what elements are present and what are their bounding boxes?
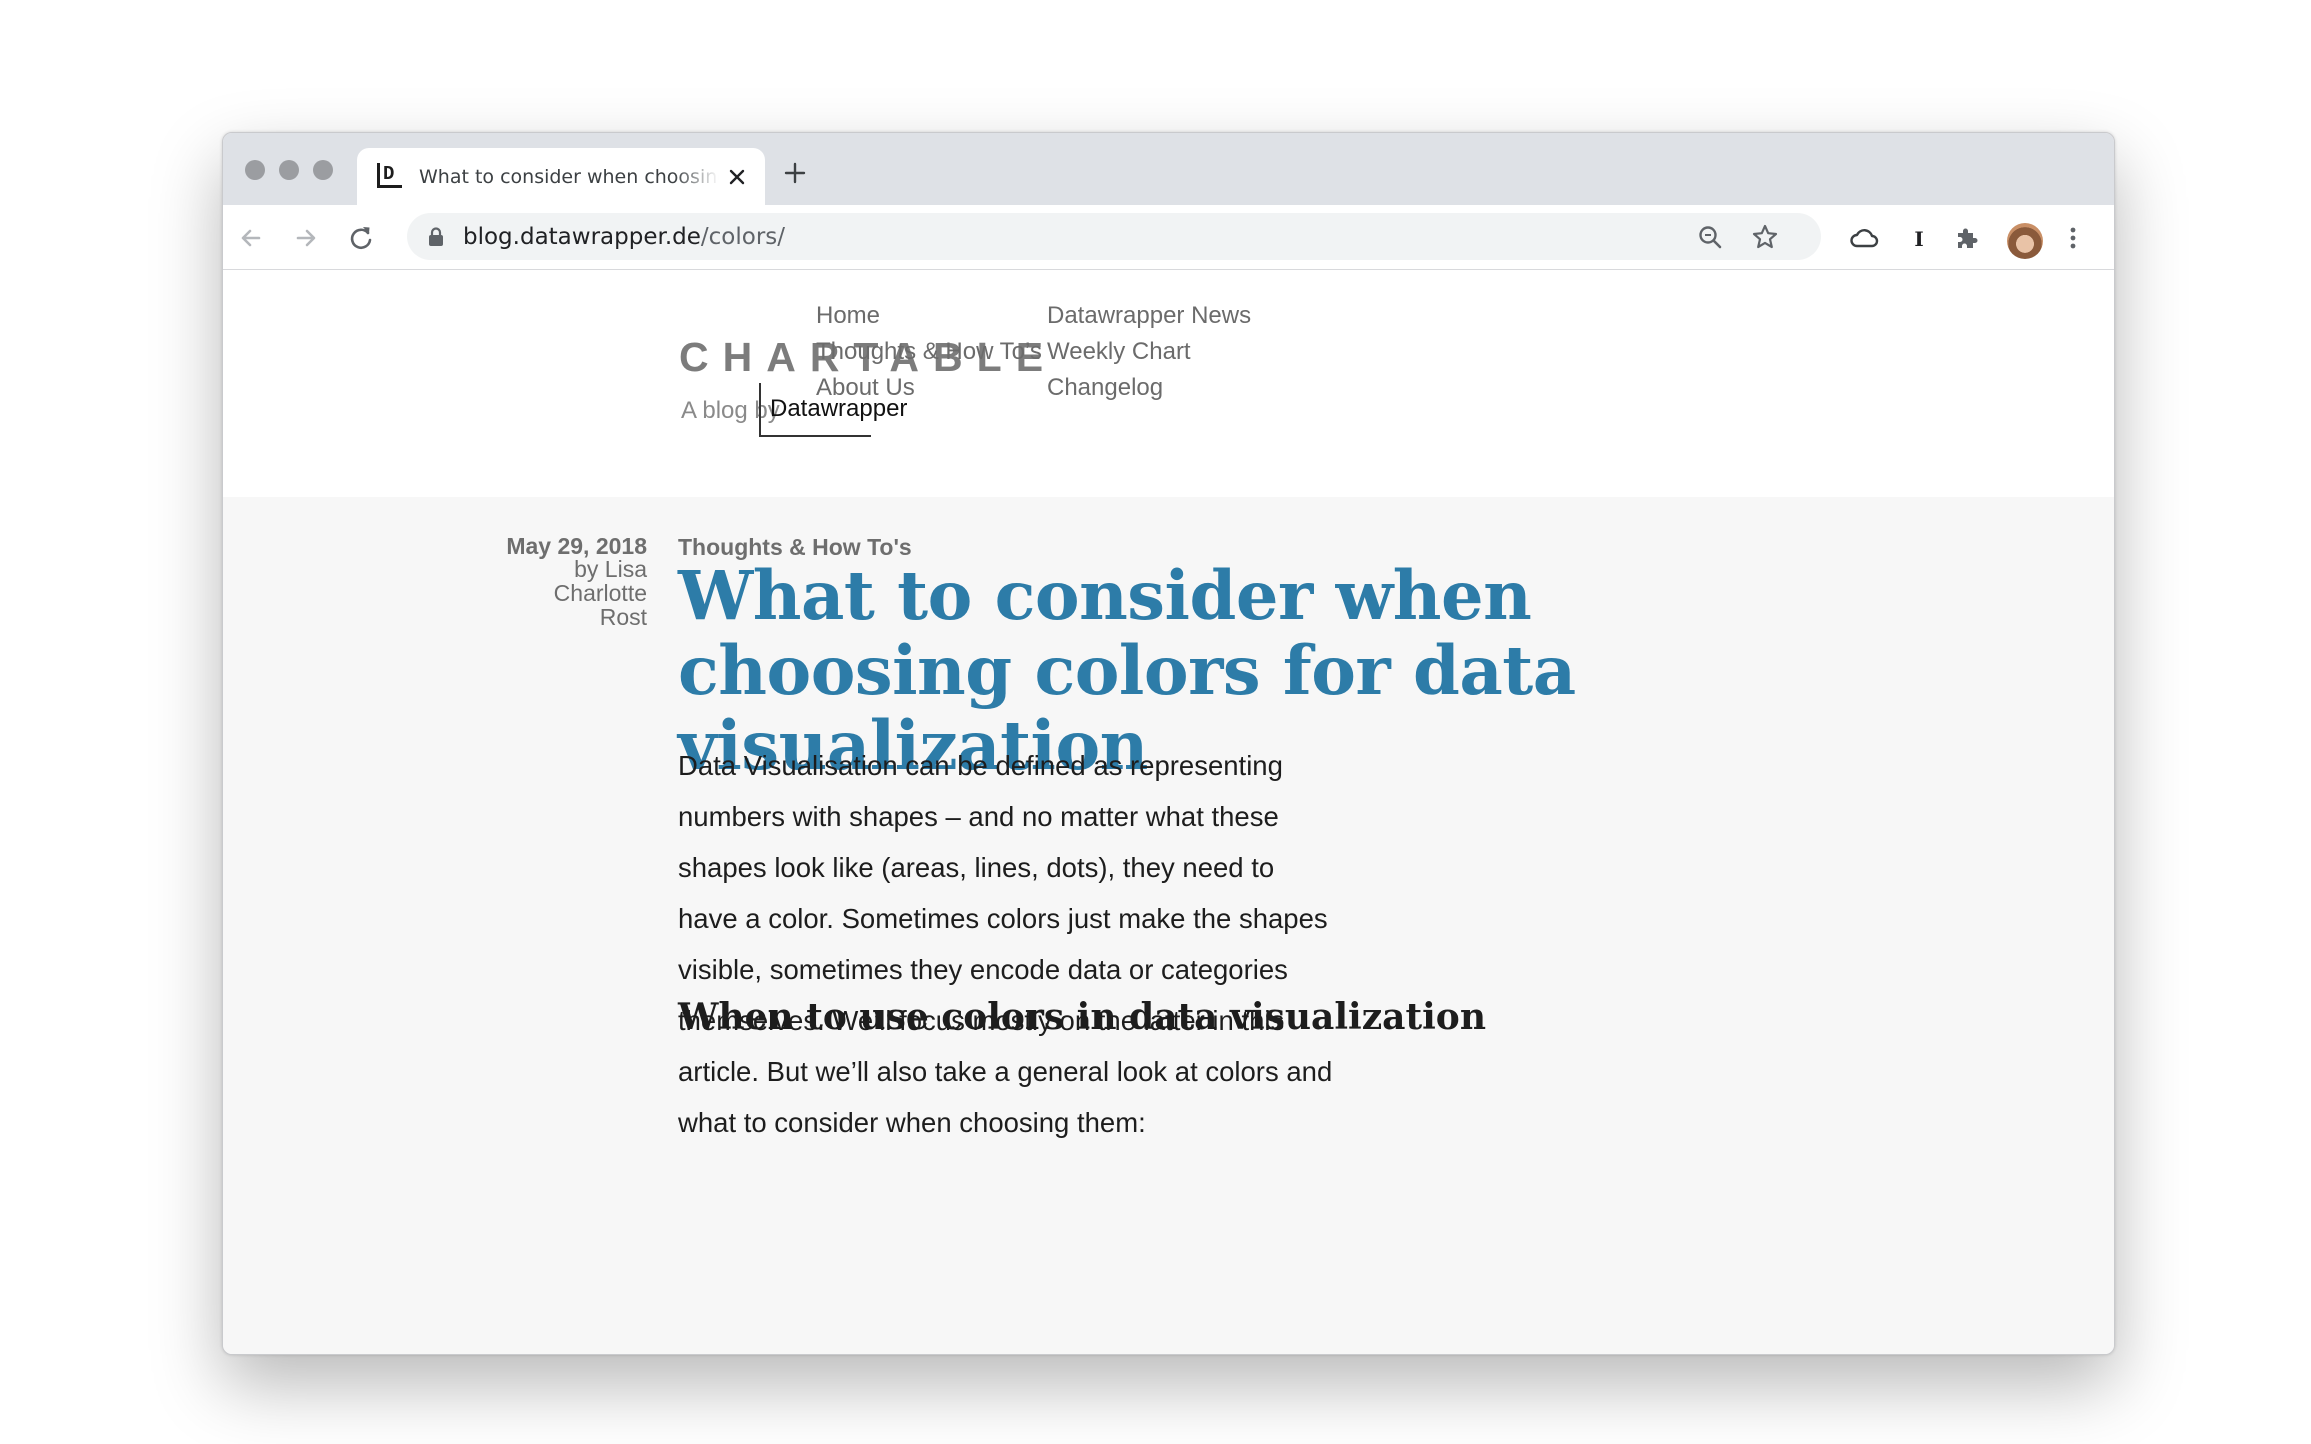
window-maximize-button[interactable]	[313, 160, 333, 180]
nav-changelog[interactable]: Changelog	[1047, 374, 1163, 402]
window-minimize-button[interactable]	[279, 160, 299, 180]
section-heading: When to use colors in data visualization	[678, 996, 1486, 1038]
window-close-button[interactable]	[245, 160, 265, 180]
kebab-menu-icon[interactable]	[2066, 224, 2080, 252]
browser-window: D What to consider when choosing colors …	[222, 132, 2115, 1355]
close-icon[interactable]	[725, 165, 749, 189]
url-text[interactable]: blog.datawrapper.de/colors/	[463, 222, 785, 252]
nav-datawrapper-news[interactable]: Datawrapper News	[1047, 302, 1251, 330]
profile-avatar[interactable]	[2007, 223, 2043, 259]
article-intro: Data Visualisation can be defined as rep…	[678, 750, 1333, 1138]
arrow-left-icon[interactable]	[237, 224, 265, 252]
cloud-icon[interactable]	[1848, 224, 1880, 252]
new-tab-plus-icon[interactable]	[783, 161, 807, 185]
tab-title: What to consider when choosing colors fo…	[419, 166, 719, 188]
browser-toolbar: blog.datawrapper.de/colors/ I	[223, 205, 2114, 270]
lock-icon[interactable]	[427, 227, 445, 247]
browser-tab[interactable]: D What to consider when choosing colors …	[357, 148, 765, 205]
reload-icon[interactable]	[347, 224, 375, 252]
star-icon[interactable]	[1751, 223, 1779, 251]
url-host: blog.datawrapper.de	[463, 224, 701, 250]
site-header: CHARTABLE A blog by Datawrapper Home Tho…	[223, 270, 2114, 497]
arrow-right-icon[interactable]	[292, 224, 320, 252]
magnifier-icon[interactable]	[1697, 224, 1723, 250]
url-path: /colors/	[700, 224, 786, 250]
datawrapper-favicon-icon: D	[377, 163, 402, 188]
instapaper-icon[interactable]: I	[1908, 224, 1930, 252]
nav-weekly-chart[interactable]: Weekly Chart	[1047, 338, 1191, 366]
tab-strip: D What to consider when choosing colors …	[223, 133, 2114, 205]
nav-home[interactable]: Home	[816, 302, 880, 330]
post-author[interactable]: by Lisa Charlotte Rost	[513, 557, 647, 629]
puzzle-icon[interactable]	[1953, 224, 1981, 252]
web-page: CHARTABLE A blog by Datawrapper Home Tho…	[223, 270, 2114, 1354]
nav-about[interactable]: About Us	[816, 374, 915, 402]
nav-thoughts[interactable]: Thoughts & How To’s	[816, 338, 1042, 366]
address-bar[interactable]: blog.datawrapper.de/colors/	[407, 213, 1821, 260]
svg-text:I: I	[1914, 227, 1923, 251]
